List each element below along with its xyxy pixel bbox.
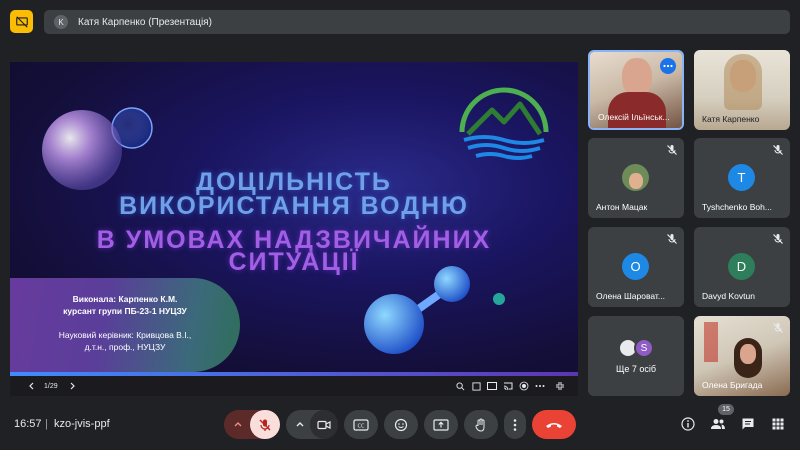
hydrogen-molecule-decoration bbox=[364, 266, 470, 354]
chat-button[interactable] bbox=[740, 416, 756, 432]
presentation-app-icon[interactable] bbox=[10, 10, 33, 33]
separator: | bbox=[45, 418, 48, 430]
participant-tile-oleksii[interactable]: Олексій Ільїнськ... bbox=[588, 50, 684, 130]
presenter-banner[interactable]: K Катя Карпенко (Презентація) bbox=[44, 10, 790, 34]
presentation-stage: ДОЦІЛЬНІСТЬ ВИКОРИСТАННЯ ВОДНЮ В УМОВАХ … bbox=[10, 62, 578, 396]
next-slide-icon[interactable] bbox=[66, 380, 78, 392]
participant-name: Антон Мацак bbox=[596, 202, 648, 212]
slide-title-line4: СИТУАЦІЇ bbox=[228, 248, 360, 276]
exit-fullscreen-icon[interactable] bbox=[554, 380, 566, 392]
people-button[interactable] bbox=[710, 416, 726, 432]
captions-icon[interactable] bbox=[486, 380, 498, 392]
people-icon bbox=[711, 419, 725, 429]
reactions-button[interactable] bbox=[384, 410, 418, 439]
chat-icon bbox=[742, 418, 754, 430]
mic-off-icon bbox=[773, 145, 783, 155]
present-screen-button[interactable] bbox=[424, 410, 458, 439]
participant-tile-olena-b[interactable]: Олена Бригада bbox=[694, 316, 790, 396]
presenter-avatar: K bbox=[54, 15, 68, 29]
more-options-button[interactable] bbox=[504, 410, 526, 439]
participant-name: Олексій Ільїнськ... bbox=[598, 112, 670, 122]
end-call-icon bbox=[546, 422, 562, 428]
prev-slide-icon[interactable] bbox=[26, 380, 38, 392]
camera-toggle-button[interactable] bbox=[310, 410, 338, 439]
closed-captions-icon: CC bbox=[353, 418, 369, 431]
avatar: О bbox=[622, 253, 649, 280]
participant-tile-tyshchenko[interactable]: T Tyshchenko Boh... bbox=[694, 138, 790, 218]
emoji-icon bbox=[394, 418, 408, 431]
author-card bbox=[10, 278, 240, 372]
mic-off-icon bbox=[667, 234, 677, 244]
clock: 16:57 bbox=[14, 418, 42, 430]
participant-tile-katia[interactable]: Катя Карпенко bbox=[694, 50, 790, 130]
svg-text:CC: CC bbox=[358, 423, 365, 429]
participant-body bbox=[608, 92, 666, 128]
author-line2: курсант групи ПБ-23-1 НУЦЗУ bbox=[63, 306, 187, 316]
participant-face bbox=[622, 58, 652, 96]
participant-face bbox=[740, 344, 756, 364]
present-screen-icon bbox=[433, 418, 449, 431]
speaking-indicator-icon[interactable] bbox=[660, 58, 676, 74]
camera-icon bbox=[317, 420, 331, 429]
participant-name: Tyshchenko Boh... bbox=[702, 202, 772, 212]
participant-name: Davyd Kovtun bbox=[702, 291, 755, 301]
info-icon bbox=[681, 417, 695, 431]
participant-hair bbox=[724, 54, 762, 110]
slide: ДОЦІЛЬНІСТЬ ВИКОРИСТАННЯ ВОДНЮ В УМОВАХ … bbox=[10, 62, 578, 372]
page-view-icon[interactable] bbox=[470, 380, 482, 392]
mountain-water-logo bbox=[459, 87, 549, 160]
mic-off-icon bbox=[773, 234, 783, 244]
meeting-code: kzo-jvis-ppf bbox=[54, 418, 110, 430]
laser-icon[interactable] bbox=[518, 380, 530, 392]
participant-tile-anton[interactable]: Антон Мацак bbox=[588, 138, 684, 218]
camera-options-chevron-icon[interactable] bbox=[292, 416, 308, 432]
mic-off-icon bbox=[773, 323, 783, 333]
avatar: T bbox=[728, 164, 755, 191]
activities-button[interactable] bbox=[770, 416, 786, 432]
participant-tile-more[interactable]: S Ще 7 осіб bbox=[588, 316, 684, 396]
cast-icon[interactable] bbox=[502, 380, 514, 392]
avatar bbox=[622, 164, 649, 191]
leave-call-button[interactable] bbox=[532, 410, 576, 439]
pointer-cursor-icon bbox=[493, 293, 505, 305]
participant-name: Катя Карпенко bbox=[702, 114, 760, 124]
slide-page-indicator: 1/29 bbox=[44, 382, 58, 390]
mic-options-chevron-icon[interactable] bbox=[230, 416, 246, 432]
background-object bbox=[704, 322, 718, 362]
hand-icon bbox=[475, 418, 485, 432]
participant-name: Олена Шароват... bbox=[596, 291, 665, 301]
meeting-info-button[interactable] bbox=[680, 416, 696, 432]
avatar-stack-initial: S bbox=[634, 338, 654, 358]
participant-name: Олена Бригада bbox=[702, 380, 763, 390]
slide-title-line2: ВИКОРИСТАННЯ ВОДНЮ bbox=[119, 192, 469, 220]
more-participants-label: Ще 7 осіб bbox=[615, 364, 657, 374]
presenter-label: Катя Карпенко (Презентація) bbox=[78, 16, 212, 28]
zoom-icon[interactable] bbox=[454, 380, 466, 392]
raise-hand-button[interactable] bbox=[464, 410, 498, 439]
mic-off-icon bbox=[259, 419, 271, 431]
author-line4: д.т.н., проф., НУЦЗУ bbox=[84, 342, 166, 352]
participant-count-badge: 15 bbox=[718, 404, 734, 415]
author-line3: Науковий керівник: Кривцова В.І., bbox=[58, 330, 192, 340]
mic-toggle-button[interactable] bbox=[250, 410, 280, 439]
participant-tile-olena-sh[interactable]: О Олена Шароват... bbox=[588, 227, 684, 307]
mic-off-icon bbox=[667, 145, 677, 155]
more-options-icon[interactable] bbox=[534, 380, 546, 392]
avatar: D bbox=[728, 253, 755, 280]
author-line1: Виконала: Карпенко К.М. bbox=[72, 294, 178, 304]
slide-controls: 1/29 bbox=[10, 376, 578, 396]
participant-tile-davyd[interactable]: D Davyd Kovtun bbox=[694, 227, 790, 307]
captions-button[interactable]: CC bbox=[344, 410, 378, 439]
apps-grid-icon bbox=[772, 418, 784, 430]
more-vert-icon bbox=[513, 418, 517, 431]
slides-off-icon bbox=[15, 15, 28, 28]
